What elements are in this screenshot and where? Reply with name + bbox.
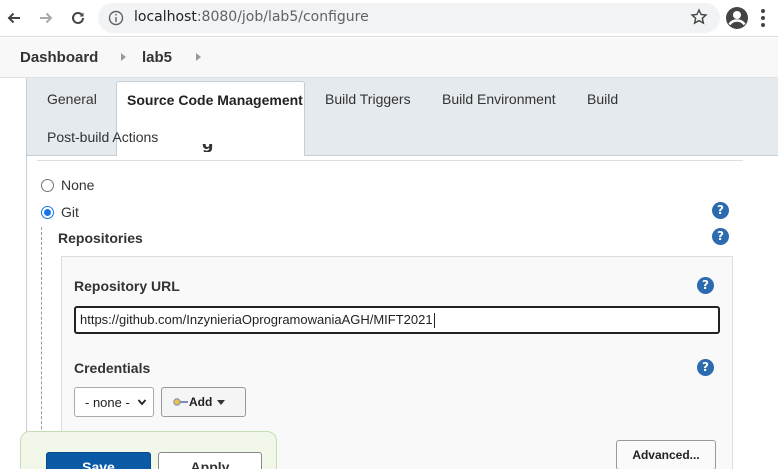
repository-url-input[interactable]: https://github.com/InzynieriaOprogramowa… xyxy=(74,306,720,334)
radio-none-label: None xyxy=(61,177,95,193)
advanced-button[interactable]: Advanced... xyxy=(616,440,716,469)
caret-down-icon xyxy=(217,400,225,405)
star-icon[interactable] xyxy=(690,8,708,30)
address-bar[interactable]: localhost:8080/job/lab5/configure xyxy=(98,3,720,33)
kebab-menu-icon[interactable] xyxy=(760,8,766,32)
section-divider xyxy=(37,160,743,161)
radio-git[interactable] xyxy=(41,205,54,219)
credentials-select-value: - none - xyxy=(85,395,130,410)
reload-button[interactable] xyxy=(66,6,90,30)
info-icon[interactable] xyxy=(108,10,124,30)
radio-git-label: Git xyxy=(61,204,79,220)
bottom-action-bar: Save Apply xyxy=(20,431,277,469)
scm-option-none[interactable]: None xyxy=(41,177,94,193)
account-icon[interactable] xyxy=(725,6,749,34)
reload-icon xyxy=(72,11,84,24)
tab-build[interactable]: Build xyxy=(587,91,618,107)
browser-toolbar: localhost:8080/job/lab5/configure xyxy=(0,0,778,37)
scm-option-git[interactable]: Git xyxy=(41,204,79,220)
breadcrumb-job[interactable]: lab5 xyxy=(142,49,172,66)
text-caret xyxy=(433,313,435,329)
arrow-left-icon xyxy=(7,12,20,24)
arrow-right-icon xyxy=(40,12,53,24)
tab-post-build-actions[interactable]: Post-build Actions xyxy=(47,129,158,145)
chevron-down-icon xyxy=(137,399,147,406)
credentials-label: Credentials xyxy=(74,360,151,376)
key-icon xyxy=(173,398,188,406)
add-credentials-button[interactable]: Add xyxy=(161,387,246,417)
breadcrumb: Dashboard lab5 xyxy=(0,38,778,78)
credentials-select[interactable]: - none - xyxy=(74,387,154,417)
scm-section: g None Git ? Repositories ? Repository U… xyxy=(26,144,778,469)
breadcrumb-separator-icon[interactable] xyxy=(196,53,201,61)
breadcrumb-separator-icon[interactable] xyxy=(121,53,126,61)
tab-build-environment[interactable]: Build Environment xyxy=(442,91,556,107)
help-icon[interactable]: ? xyxy=(697,277,714,294)
back-button[interactable] xyxy=(2,6,26,30)
breadcrumb-dashboard[interactable]: Dashboard xyxy=(20,49,98,66)
section-heading-fragment: g xyxy=(202,144,222,152)
tab-build-triggers[interactable]: Build Triggers xyxy=(325,91,411,107)
repositories-label: Repositories xyxy=(58,230,143,246)
help-icon[interactable]: ? xyxy=(712,202,729,219)
repository-url-label: Repository URL xyxy=(74,278,180,294)
add-credentials-label: Add xyxy=(189,395,213,409)
forward-button[interactable] xyxy=(34,6,58,30)
help-icon[interactable]: ? xyxy=(697,359,714,376)
save-button[interactable]: Save xyxy=(46,452,151,469)
apply-button[interactable]: Apply xyxy=(158,452,262,469)
tab-general[interactable]: General xyxy=(47,91,97,107)
help-icon[interactable]: ? xyxy=(712,228,729,245)
address-url: localhost:8080/job/lab5/configure xyxy=(134,9,369,25)
radio-none[interactable] xyxy=(41,178,54,192)
config-tabbar: General Source Code Management Build Tri… xyxy=(26,78,778,157)
